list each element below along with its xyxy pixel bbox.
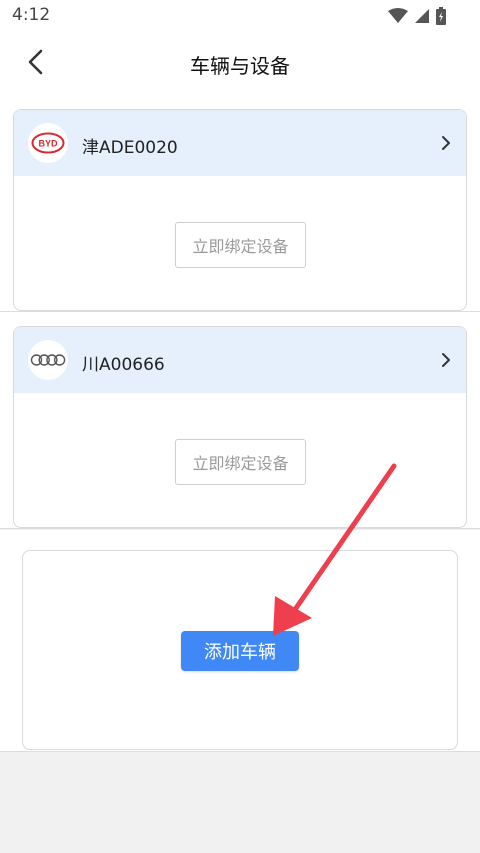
plate-number: 川A00666	[82, 355, 165, 375]
status-time: 4:12	[12, 5, 51, 25]
audi-rings-logo	[28, 340, 68, 380]
status-icons	[382, 7, 446, 29]
vehicle-section: 川A00666 立即绑定设备	[0, 312, 480, 529]
bind-device-button[interactable]: 立即绑定设备	[175, 439, 306, 485]
vehicle-card: BYD 津ADE0020 立即绑定设备	[13, 109, 467, 311]
add-vehicle-section: 添加车辆	[0, 530, 480, 752]
vehicle-card: 川A00666 立即绑定设备	[13, 326, 467, 528]
chevron-right-icon	[436, 132, 456, 154]
vehicle-section: BYD 津ADE0020 立即绑定设备	[0, 96, 480, 312]
bind-device-button[interactable]: 立即绑定设备	[175, 222, 306, 268]
vehicle-list: BYD 津ADE0020 立即绑定设备 川A00666 立即绑定设备 添加车辆	[0, 96, 480, 853]
plate-number: 津ADE0020	[82, 138, 178, 158]
add-vehicle-button[interactable]: 添加车辆	[181, 631, 299, 671]
page-title: 车辆与设备	[190, 54, 290, 78]
vehicle-card-header[interactable]: 川A00666	[14, 327, 466, 393]
byd-logo-text: BYD	[38, 139, 58, 149]
vehicle-card-header[interactable]: BYD 津ADE0020	[14, 110, 466, 176]
wifi-icon	[388, 8, 408, 28]
status-bar: 4:12	[0, 0, 480, 32]
battery-charging-icon	[436, 7, 446, 29]
add-vehicle-card: 添加车辆	[22, 550, 458, 750]
cellular-signal-icon	[414, 8, 430, 28]
chevron-right-icon	[436, 349, 456, 371]
byd-logo: BYD	[28, 123, 68, 163]
app-header: 车辆与设备	[0, 32, 480, 96]
